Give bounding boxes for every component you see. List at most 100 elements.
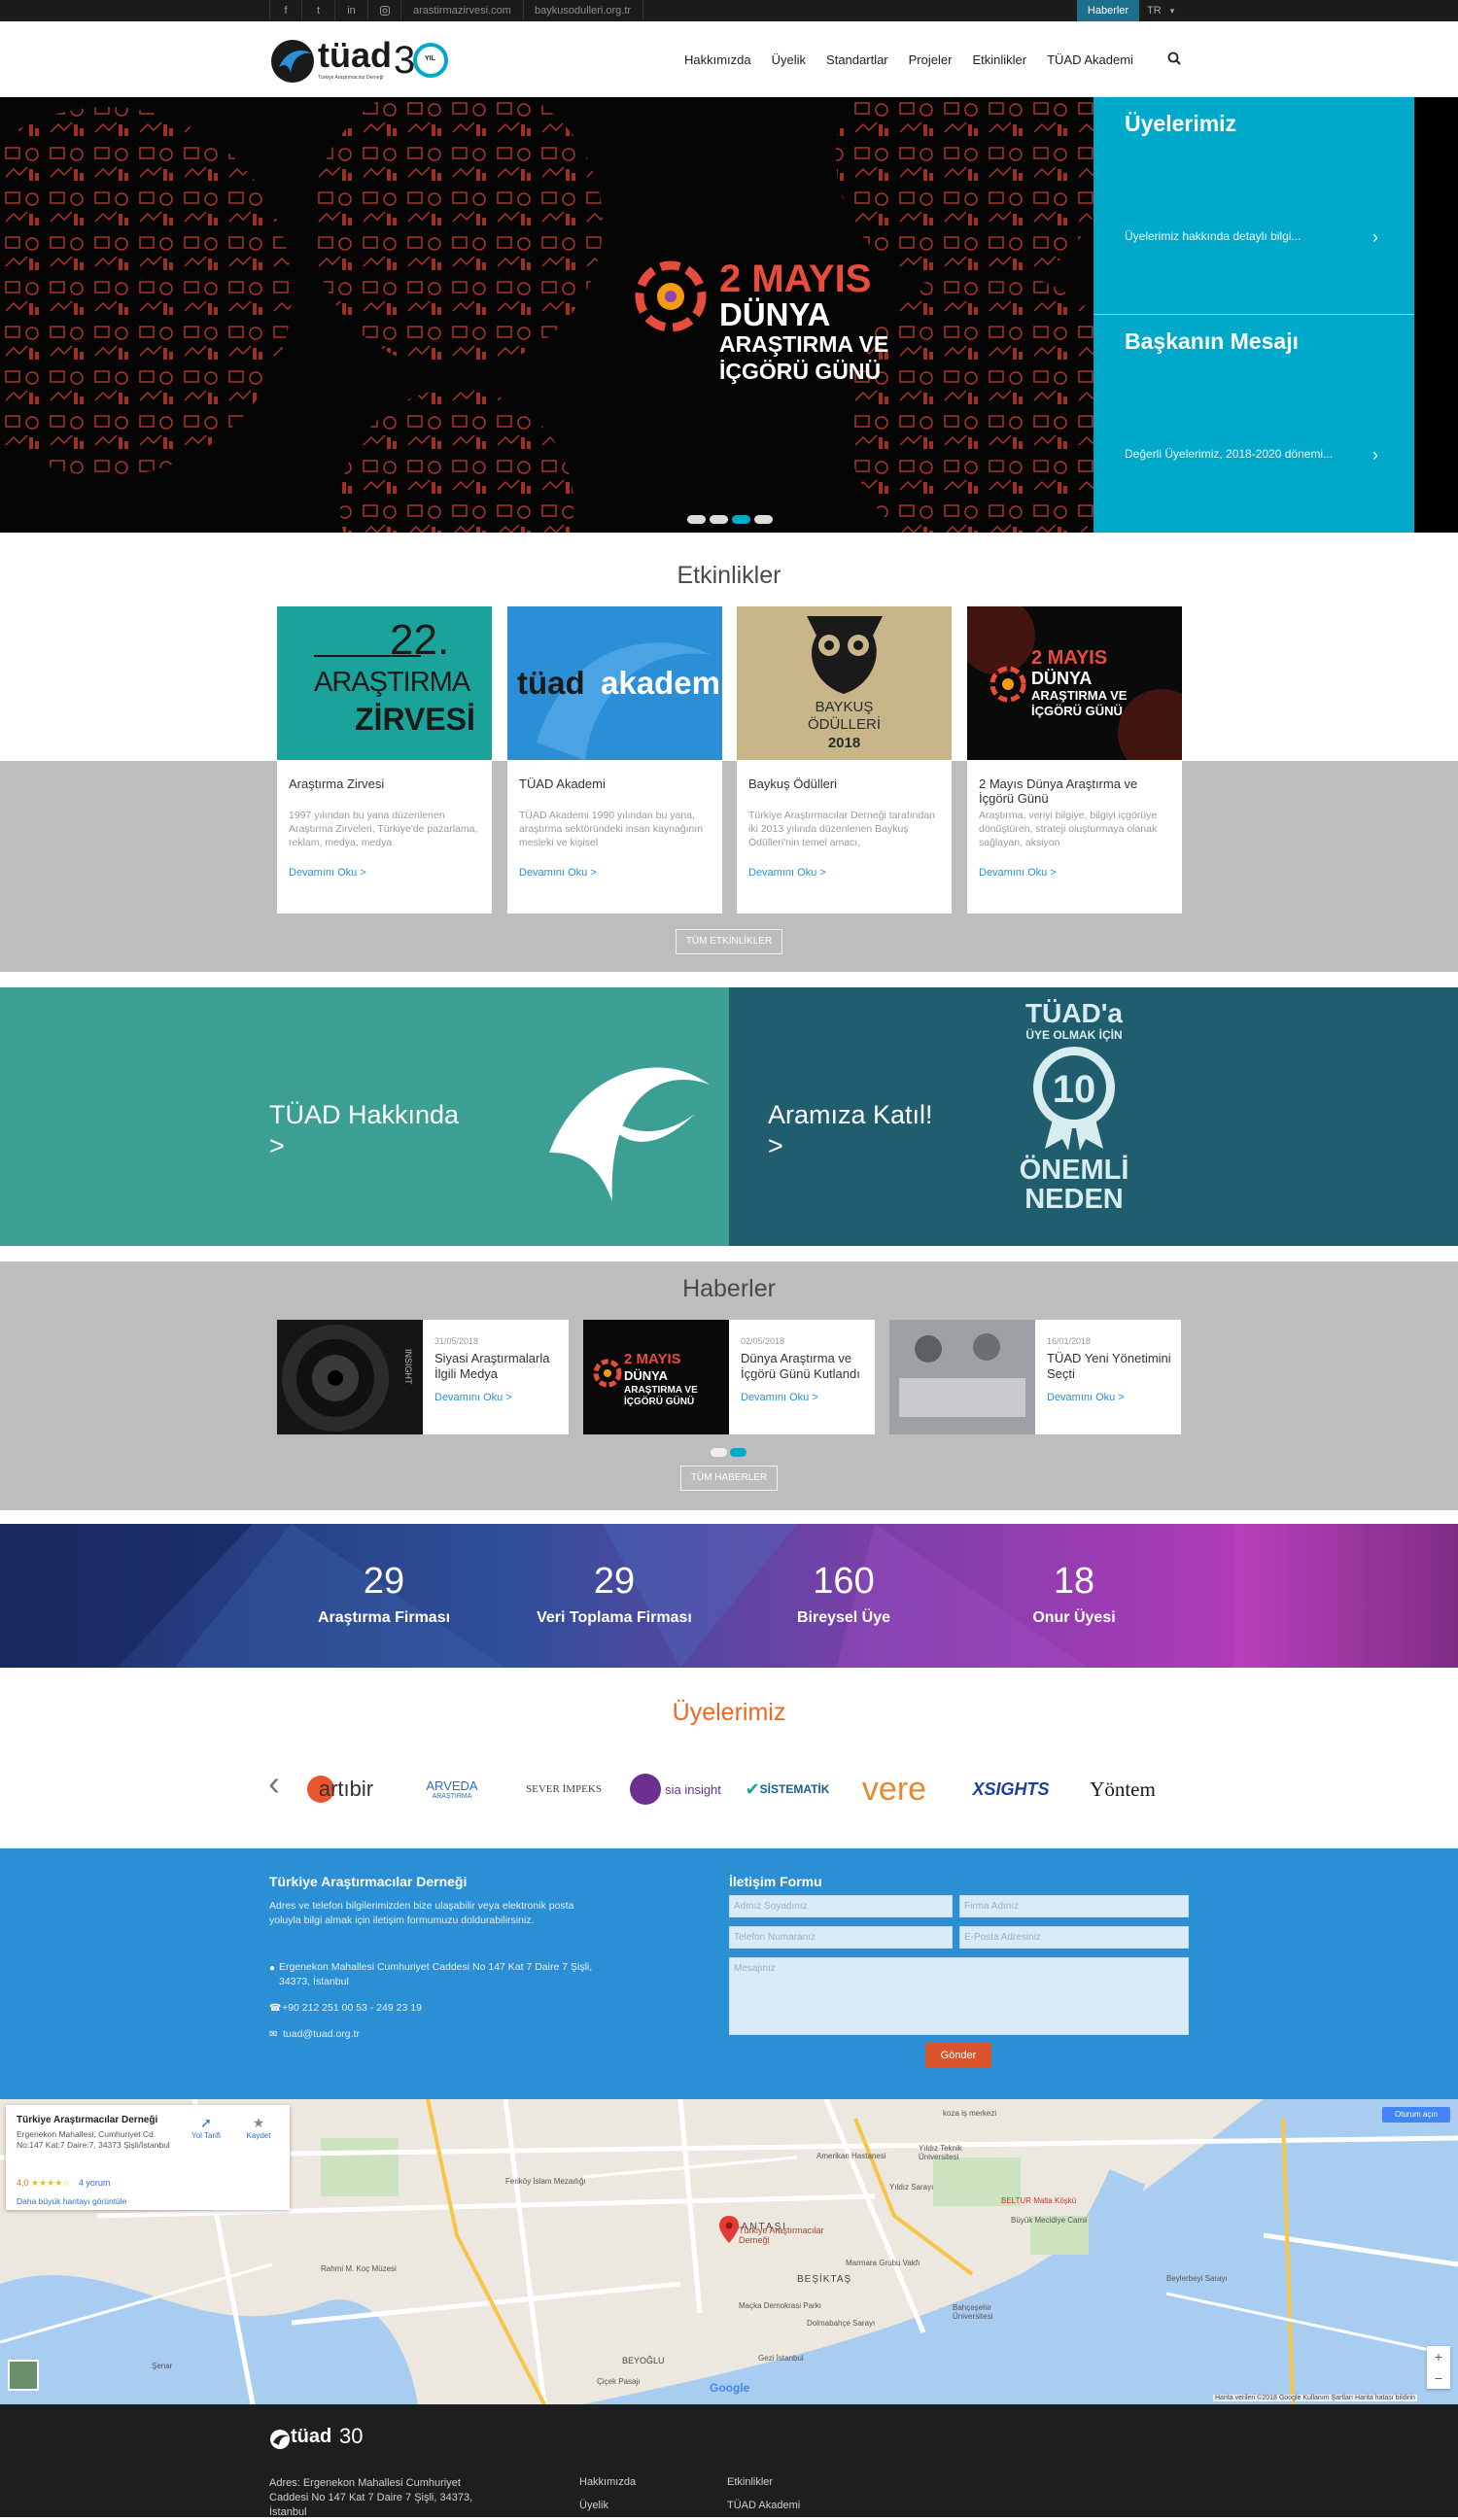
footer-link-hakkimizda[interactable]: Hakkımızda [579, 2476, 636, 2488]
sign-in-button[interactable]: Oturum açın [1382, 2107, 1450, 2123]
map-place-label: Amerikan Hastanesi [816, 2152, 886, 2160]
news-dot[interactable] [730, 1448, 746, 1457]
news-card[interactable]: INSIGHT 31/05/2018 Siyasi Araştırmalarla… [277, 1320, 569, 1434]
member-logo-xsights[interactable]: XSIGHTS [957, 1765, 1064, 1813]
hero-slider[interactable]: 2 MAYIS DÜNYA ARAŞTIRMA VE İÇGÖRÜ GÜNÜ Ü… [0, 97, 1458, 533]
event-card[interactable]: 22. ARAŞTIRMA ZİRVESİ Araştırma Zirvesi … [277, 606, 492, 914]
language-select[interactable]: TR ▾ [1147, 0, 1174, 21]
instagram-icon[interactable] [368, 0, 401, 21]
member-logo-yontem[interactable]: Yöntem [1069, 1765, 1176, 1813]
facebook-icon[interactable]: f [269, 0, 302, 21]
map-attribution[interactable]: Harita verileri ©2018 Google Kullanım Şa… [1213, 2395, 1417, 2401]
news-more-link[interactable]: Devamını Oku > [741, 1392, 818, 1403]
twitter-icon[interactable]: t [302, 0, 335, 21]
event-image: 22. ARAŞTIRMA ZİRVESİ [277, 606, 492, 760]
search-icon[interactable] [1166, 51, 1184, 68]
save-place-button[interactable]: ★ Kaydet [239, 2115, 278, 2140]
footer-logo-text: tüad [291, 2426, 332, 2447]
member-logo-vere[interactable]: vere [846, 1765, 943, 1813]
nav-etkinlikler[interactable]: Etkinlikler [972, 52, 1026, 67]
all-events-button[interactable]: TÜM ETKİNLİKLER [676, 929, 782, 954]
top-link-baykus[interactable]: baykusodulleri.org.tr [523, 0, 644, 21]
event-card[interactable]: BAYKUŞ ÖDÜLLERİ 2018 Baykuş Ödülleri Tür… [737, 606, 952, 914]
logo[interactable]: tüad Türkiye Araştırmacılar Derneği 3 YI… [269, 36, 464, 86]
nav-standartlar[interactable]: Standartlar [826, 52, 888, 67]
street-view-thumbnail[interactable] [8, 2360, 39, 2391]
member-logo-text: XSIGHTS [972, 1778, 1050, 1799]
stat-value: 29 [363, 1561, 405, 1602]
about-banner[interactable]: TÜAD Hakkında > [0, 987, 729, 1246]
footer-link-uyelik[interactable]: Üyelik [579, 2500, 608, 2511]
star-icon: ★ [252, 2115, 265, 2130]
news-item-title: Siyasi Araştırmalarla İlgili Medya [434, 1351, 550, 1381]
map[interactable]: koza iş merkezi Amerikan Hastanesi Yıldı… [0, 2099, 1458, 2404]
side-panel-members[interactable]: Üyelerimiz Üyelerimiz hakkında detaylı b… [1094, 97, 1414, 315]
event-image-line: akademi [601, 665, 722, 701]
event-text: Araştırma, veriyi bilgiye, bilgiyi içgör… [979, 810, 1158, 848]
hero-dot[interactable] [732, 515, 750, 524]
contact-section: Türkiye Araştırmacılar Derneği Adres ve … [0, 1848, 1458, 2099]
company-field[interactable]: Firma Adınız [959, 1895, 1189, 1917]
side-panel-president[interactable]: Başkanın Mesajı Değerli Üyelerimiz, 2018… [1094, 315, 1414, 533]
send-button[interactable]: Gönder [925, 2043, 991, 2068]
footer-link-etkinlikler[interactable]: Etkinlikler [727, 2476, 773, 2488]
news-more-link[interactable]: Devamını Oku > [434, 1392, 512, 1403]
nav-hakkimizda[interactable]: Hakkımızda [684, 52, 751, 67]
footer-logo-icon [270, 2430, 290, 2449]
email-field[interactable]: E-Posta Adresiniz [959, 1926, 1189, 1949]
event-image-line: 2 MAYIS [1031, 647, 1108, 669]
side-panel-title: Başkanın Mesajı [1125, 328, 1299, 354]
logo-text: tüad [318, 35, 392, 75]
hero-dot[interactable] [710, 515, 728, 524]
stat-individual-members: 160 Bireysel Üye [737, 1561, 951, 1627]
member-logo-sistematik[interactable]: ✔ SİSTEMATİK [739, 1765, 836, 1813]
contact-email[interactable]: tuad@tuad.org.tr [283, 2027, 360, 2042]
event-title: TÜAD Akademi [519, 777, 606, 791]
hero-dot[interactable] [754, 515, 773, 524]
larger-map-link[interactable]: Daha büyük haritayı görüntüle [17, 2196, 126, 2206]
nav-tuad-akademi[interactable]: TÜAD Akademi [1047, 52, 1133, 67]
join-banner[interactable]: Aramıza Katıl! > TÜAD'a ÜYE OLMAK İÇİN 1… [729, 987, 1458, 1246]
event-card[interactable]: 2 MAYIS DÜNYA ARAŞTIRMA VE İÇGÖRÜ GÜNÜ 2… [967, 606, 1182, 914]
news-dot[interactable] [711, 1448, 727, 1457]
google-logo: Google [710, 2381, 750, 2395]
event-more-link[interactable]: Devamını Oku > [289, 867, 366, 879]
event-more-link[interactable]: Devamını Oku > [519, 867, 597, 879]
map-place-title: Türkiye Araştırmacılar Derneği [739, 2226, 824, 2245]
directions-button[interactable]: ➚ Yol Tarifi [187, 2115, 226, 2140]
directions-label: Yol Tarifi [191, 2131, 221, 2140]
stat-value: 29 [593, 1561, 636, 1602]
event-more-link[interactable]: Devamını Oku > [979, 867, 1057, 879]
message-field[interactable]: Mesajınız [729, 1957, 1189, 2035]
map-place-label: Marmara Grubu Vakfı [846, 2259, 920, 2267]
event-card[interactable]: tüad akademi TÜAD Akademi TÜAD Akademi 1… [507, 606, 722, 914]
news-more-link[interactable]: Devamını Oku > [1047, 1392, 1125, 1403]
footer-logo[interactable]: tüad 30 [269, 2424, 386, 2453]
news-card[interactable]: 16/01/2018 TÜAD Yeni Yönetimini Seçti De… [889, 1320, 1181, 1434]
footer-link-akademi[interactable]: TÜAD Akademi [727, 2500, 800, 2511]
all-news-button[interactable]: TÜM HABERLER [680, 1466, 778, 1491]
phone-field[interactable]: Telefon Numaranız [729, 1926, 953, 1949]
map-place-label: Büyük Mecidiye Camii [1011, 2216, 1088, 2225]
event-more-link[interactable]: Devamını Oku > [748, 867, 826, 879]
badge-line-2: ÜYE OLMAK İÇİN [1025, 1028, 1123, 1042]
member-logo-artibir[interactable]: artıbir [292, 1765, 389, 1813]
news-button[interactable]: Haberler [1077, 0, 1139, 21]
zoom-out-button[interactable]: − [1427, 2367, 1450, 2389]
nav-projeler[interactable]: Projeler [909, 52, 953, 67]
reviews-link[interactable]: 4 yorum [79, 2178, 111, 2188]
hero-dot[interactable] [687, 515, 706, 524]
linkedin-icon[interactable]: in [335, 0, 368, 21]
name-field[interactable]: Adınız Soyadınız [729, 1895, 953, 1917]
zoom-in-button[interactable]: + [1427, 2346, 1450, 2367]
news-card[interactable]: 2 MAYIS DÜNYA ARAŞTIRMA VE İÇGÖRÜ GÜNÜ 0… [583, 1320, 875, 1434]
side-panel-text: Üyelerimiz hakkında detaylı bilgi... [1125, 229, 1302, 243]
member-logo-sever-impeks[interactable]: SEVER İMPEKS [515, 1765, 612, 1813]
top-link-zirve[interactable]: arastirmazirvesi.com [401, 0, 524, 21]
member-logo-arveda[interactable]: ARVEDA ARAŞTIRMA [399, 1765, 505, 1813]
map-pin-icon[interactable] [719, 2216, 739, 2243]
members-prev-arrow[interactable]: ‹ [268, 1763, 280, 1804]
map-place-label: koza iş merkezi [943, 2109, 997, 2118]
nav-uyelik[interactable]: Üyelik [772, 52, 806, 67]
member-logo-sia-insight[interactable]: sia insight [622, 1765, 729, 1813]
